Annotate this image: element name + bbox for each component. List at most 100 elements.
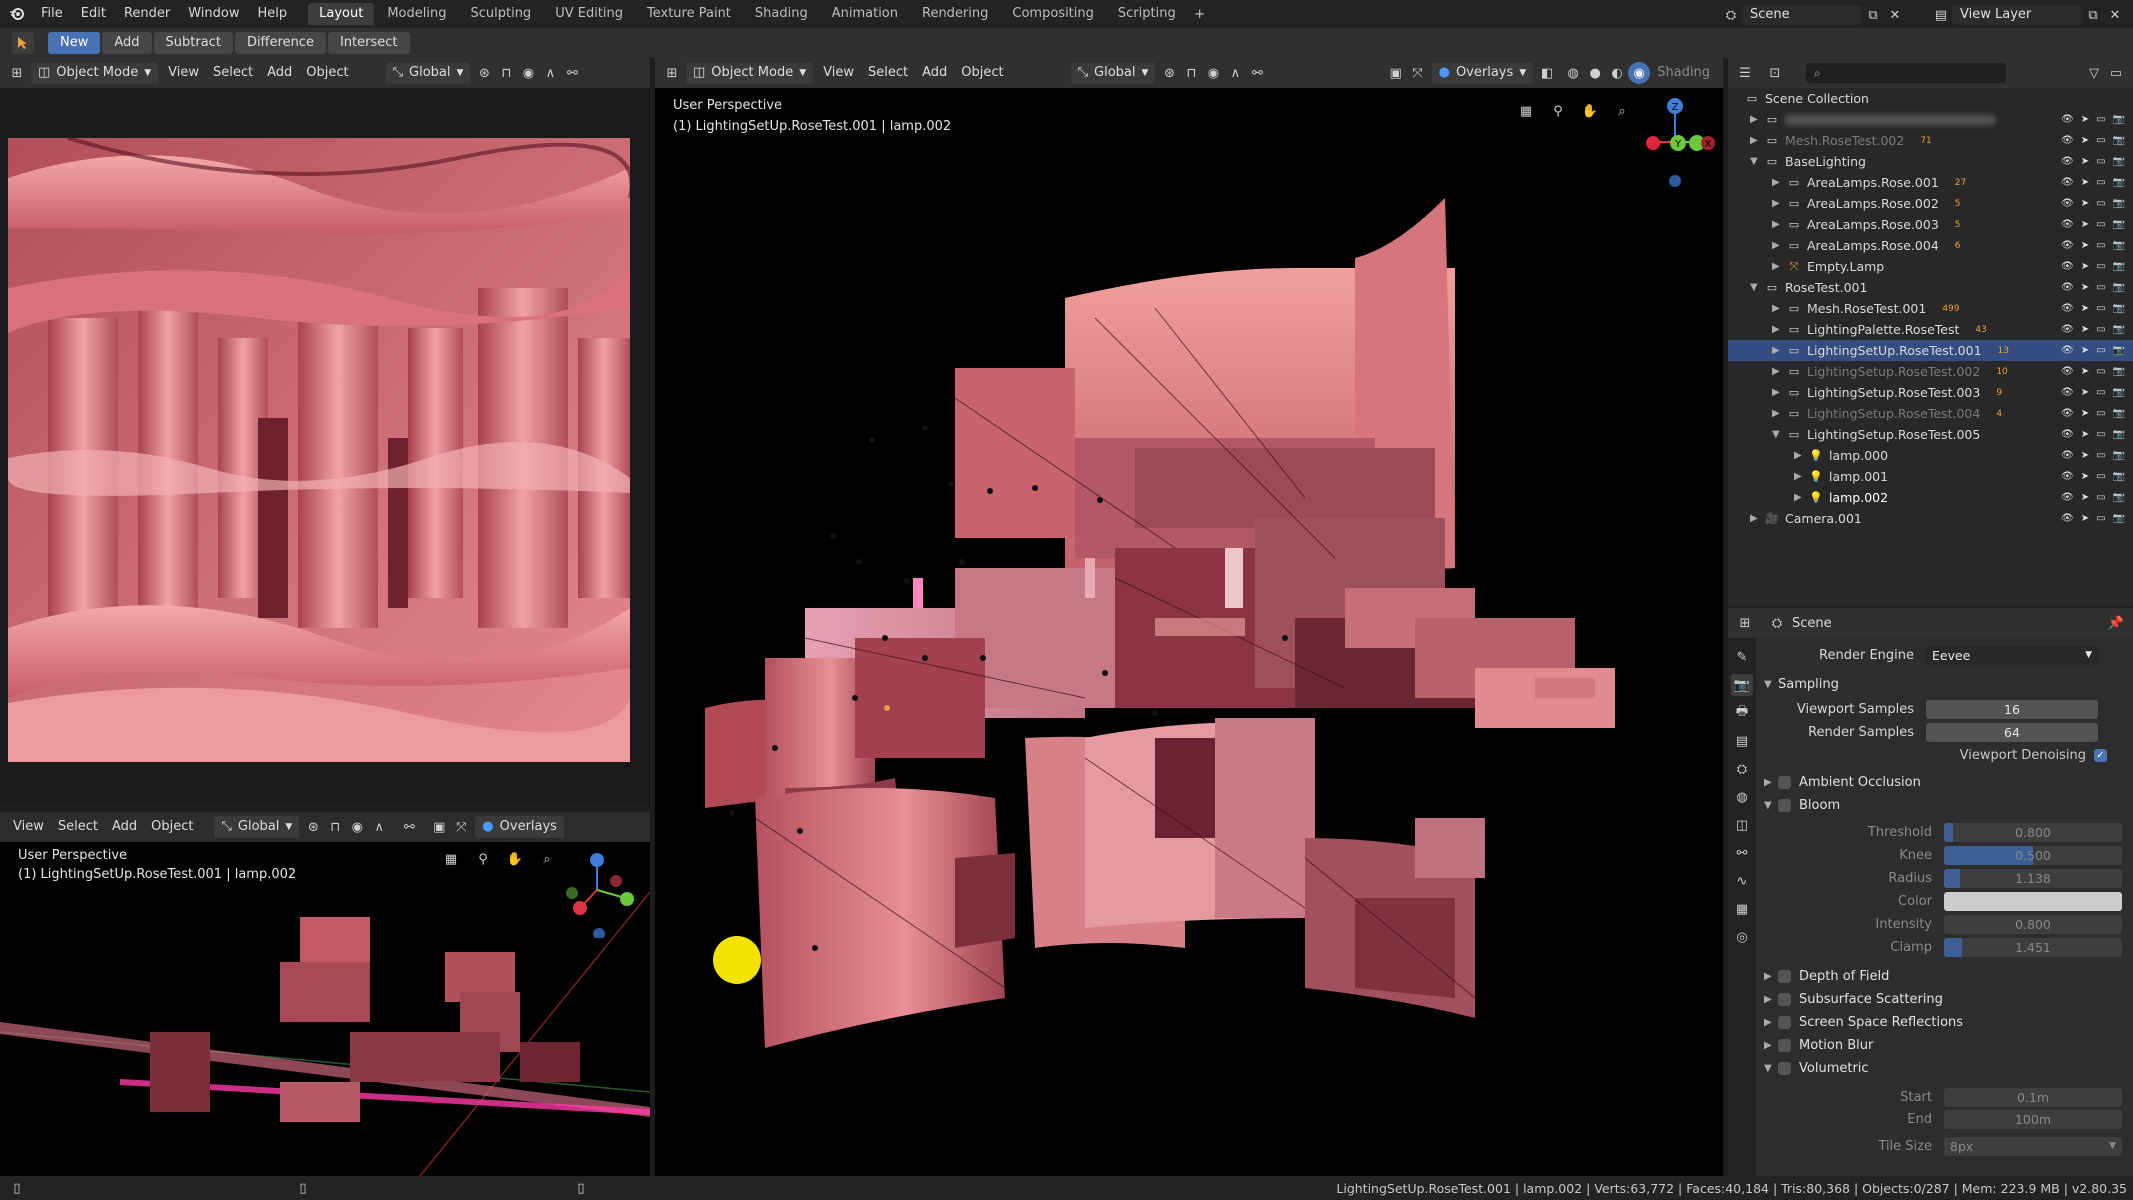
select-arrow-icon[interactable]: ➤ [2081, 282, 2089, 293]
outliner-row[interactable]: ▶ ▭ LightingSetUp.RoseTest.001 13 👁 ➤ ▭ 📷 [1728, 340, 2133, 361]
data-tab-icon[interactable]: ∿ [1731, 870, 1753, 892]
eye-icon[interactable]: 👁 [2061, 177, 2074, 188]
copy-scene-icon[interactable]: ⧉ [1862, 4, 1884, 26]
output-tab-icon[interactable]: 🖶 [1731, 702, 1753, 724]
render-camera-icon[interactable]: 📷 [2113, 219, 2125, 230]
link-icon[interactable]: ⚯ [1246, 62, 1268, 84]
menu-window[interactable]: Window [179, 0, 248, 28]
eye-icon[interactable]: 👁 [2061, 429, 2074, 440]
monitor-icon[interactable]: ▭ [2096, 156, 2105, 167]
render-camera-icon[interactable]: 📷 [2113, 177, 2125, 188]
depth-of-field-panel-header[interactable]: ▶ Depth of Field [1756, 965, 2133, 988]
render-samples-field[interactable]: 64 [1926, 723, 2098, 742]
tab-sculpting[interactable]: Sculpting [459, 3, 542, 25]
menu-view[interactable]: View [161, 62, 206, 84]
collapse-arrow-icon[interactable]: ▶ [1772, 303, 1786, 314]
tab-compositing[interactable]: Compositing [1001, 3, 1105, 25]
render-camera-icon[interactable]: 📷 [2113, 198, 2125, 209]
select-arrow-icon[interactable]: ➤ [2081, 324, 2089, 335]
monitor-icon[interactable]: ▭ [2096, 408, 2105, 419]
new-collection-icon[interactable]: ▭ [2105, 62, 2127, 84]
monitor-icon[interactable]: ▭ [2096, 492, 2105, 503]
monitor-icon[interactable]: ▭ [2096, 366, 2105, 377]
menu-file[interactable]: File [32, 0, 72, 28]
select-arrow-icon[interactable]: ➤ [2081, 345, 2089, 356]
eye-icon[interactable]: 👁 [2061, 387, 2074, 398]
collapse-arrow-icon[interactable]: ▶ [1772, 219, 1786, 230]
volumetric-tile-size-dropdown[interactable]: 8px ▼ [1944, 1137, 2122, 1156]
expand-arrow-icon[interactable]: ▼ [1750, 282, 1764, 293]
eye-icon[interactable]: 👁 [2061, 513, 2074, 524]
eye-icon[interactable]: 👁 [2061, 492, 2074, 503]
texture-tab-icon[interactable]: ▦ [1731, 898, 1753, 920]
eye-icon[interactable]: 👁 [2061, 303, 2074, 314]
outliner-row[interactable]: ▶ ▭ Mesh.RoseTest.001 499 👁 ➤ ▭ 📷 [1728, 298, 2133, 319]
render-camera-icon[interactable]: 📷 [2113, 471, 2125, 482]
tab-layout[interactable]: Layout [308, 3, 375, 25]
monitor-icon[interactable]: ▭ [2096, 177, 2105, 188]
render-engine-dropdown[interactable]: Eevee ▼ [1926, 646, 2098, 665]
select-arrow-icon[interactable]: ➤ [2081, 156, 2089, 167]
render-camera-icon[interactable]: 📷 [2113, 513, 2125, 524]
eye-icon[interactable]: 👁 [2061, 114, 2074, 125]
eye-icon[interactable]: 👁 [2061, 324, 2074, 335]
select-arrow-icon[interactable]: ➤ [2081, 177, 2089, 188]
select-tool-icon[interactable] [12, 32, 34, 54]
editor-type-icon[interactable]: ⊞ [6, 62, 28, 84]
collapse-arrow-icon[interactable]: ▶ [1772, 261, 1786, 272]
subsurface-scattering-panel-header[interactable]: ▶ Subsurface Scattering [1756, 988, 2133, 1011]
collapse-arrow-icon[interactable]: ▶ [1794, 492, 1808, 503]
bloom-color-field[interactable] [1944, 892, 2122, 911]
outliner-row[interactable]: ▼ ▭ RoseTest.001 👁 ➤ ▭ 📷 [1728, 277, 2133, 298]
collapse-arrow-icon[interactable]: ▶ [1750, 513, 1764, 524]
collapse-arrow-icon[interactable]: ▶ [1772, 240, 1786, 251]
wireframe-shading-icon[interactable]: ◍ [1562, 62, 1584, 84]
render-camera-icon[interactable]: 📷 [2113, 240, 2125, 251]
menu-view[interactable]: View [6, 816, 51, 838]
outliner-root-row[interactable]: ▭ Scene Collection [1728, 88, 2133, 109]
menu-add[interactable]: Add [260, 62, 299, 84]
falloff-icon[interactable]: ∧ [1224, 62, 1246, 84]
visibility-icon[interactable]: ▣ [428, 816, 450, 838]
monitor-icon[interactable]: ▭ [2096, 240, 2105, 251]
menu-render[interactable]: Render [115, 0, 179, 28]
monitor-icon[interactable]: ▭ [2096, 324, 2105, 335]
outliner-row[interactable]: ▶ ▭ AreaLamps.Rose.002 5 👁 ➤ ▭ 📷 [1728, 193, 2133, 214]
menu-select[interactable]: Select [861, 62, 915, 84]
editor-type-icon[interactable]: ⊞ [661, 62, 683, 84]
menu-edit[interactable]: Edit [72, 0, 115, 28]
view-layer-icon[interactable]: ▤ [1930, 4, 1952, 26]
outliner-row[interactable]: ▶ ▭ LightingPalette.RoseTest 43 👁 ➤ ▭ 📷 [1728, 319, 2133, 340]
outliner-row[interactable]: ▶ ▭ LightingSetup.RoseTest.004 4 👁 ➤ ▭ 📷 [1728, 403, 2133, 424]
intersect-selection-button[interactable]: Intersect [327, 32, 410, 54]
expand-arrow-icon[interactable]: ▼ [1750, 156, 1764, 167]
eye-icon[interactable]: 👁 [2061, 198, 2074, 209]
bloom-clamp-field[interactable]: 1.451 [1944, 938, 2122, 957]
select-arrow-icon[interactable]: ➤ [2081, 114, 2089, 125]
collapse-arrow-icon[interactable]: ▶ [1794, 450, 1808, 461]
outliner-row[interactable]: ▶ ▭ LightingSetup.RoseTest.002 10 👁 ➤ ▭ 📷 [1728, 361, 2133, 382]
render-camera-icon[interactable]: 📷 [2113, 492, 2125, 503]
remove-scene-icon[interactable]: ✕ [1884, 4, 1906, 26]
motion-blur-panel-header[interactable]: ▶ Motion Blur [1756, 1034, 2133, 1057]
pivot-icon[interactable]: ⊛ [302, 816, 324, 838]
tab-animation[interactable]: Animation [821, 3, 909, 25]
snap-icon[interactable]: ⊓ [495, 62, 517, 84]
render-camera-icon[interactable]: 📷 [2113, 324, 2125, 335]
monitor-icon[interactable]: ▭ [2096, 114, 2105, 125]
remove-view-layer-icon[interactable]: ✕ [2104, 4, 2126, 26]
outliner-row[interactable]: ▶ ▭ Mesh.RoseTest.002 71 👁 ➤ ▭ 📷 [1728, 130, 2133, 151]
collapse-arrow-icon[interactable]: ▶ [1772, 345, 1786, 356]
world-tab-icon[interactable]: ◍ [1731, 786, 1753, 808]
menu-object[interactable]: Object [954, 62, 1010, 84]
outliner-row[interactable]: ▶ 💡 lamp.000 👁 ➤ ▭ 📷 [1728, 445, 2133, 466]
render-camera-icon[interactable]: 📷 [2113, 135, 2125, 146]
volumetric-checkbox[interactable] [1778, 1062, 1791, 1075]
shading-dropdown[interactable]: Shading [1650, 62, 1717, 84]
menu-select[interactable]: Select [51, 816, 105, 838]
physics-tab-icon[interactable]: ◎ [1731, 926, 1753, 948]
eye-icon[interactable]: 👁 [2061, 471, 2074, 482]
orientation-dropdown[interactable]: ⤡ Global ▼ [214, 816, 300, 838]
monitor-icon[interactable]: ▭ [2096, 303, 2105, 314]
eye-icon[interactable]: 👁 [2061, 261, 2074, 272]
